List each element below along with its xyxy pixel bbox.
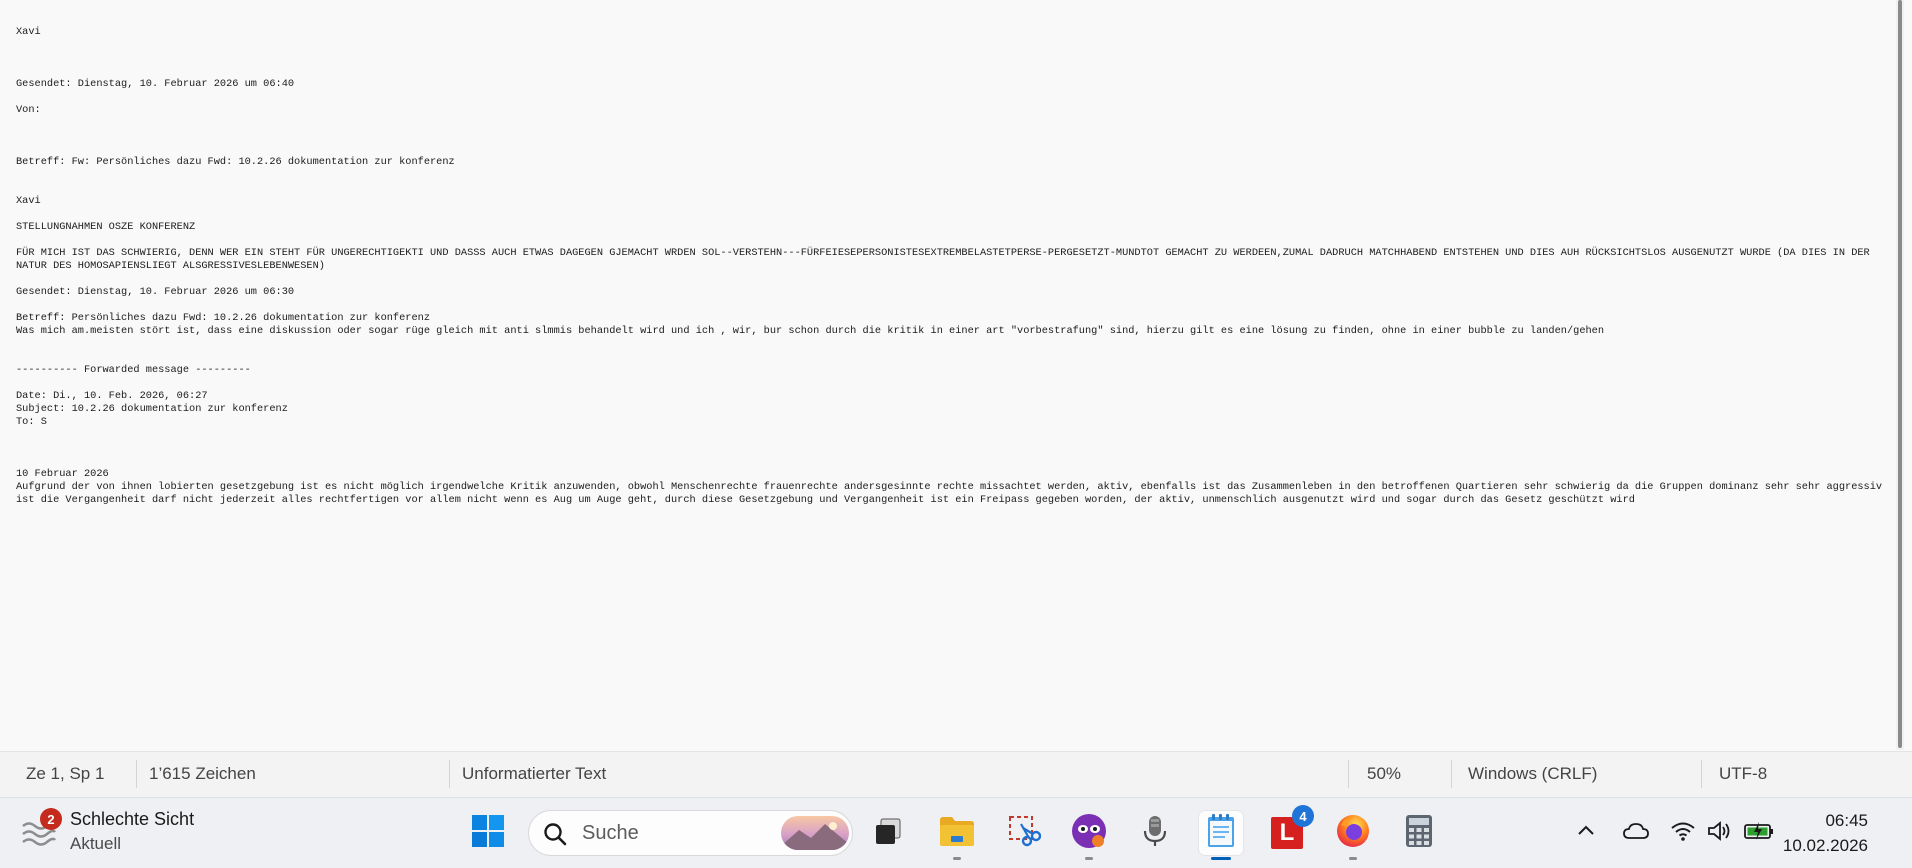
notepad-icon [1206,813,1236,854]
status-divider [1451,760,1452,788]
running-indicator [1085,857,1093,860]
active-indicator [1211,857,1231,860]
running-indicator [953,857,961,860]
vertical-scrollbar[interactable] [1896,0,1904,750]
editor-area[interactable]: Xavi Gesendet: Dienstag, 10. Februar 202… [0,0,1904,750]
status-divider [136,760,137,788]
taskbar-snipping-tool[interactable] [1002,811,1046,855]
start-button[interactable] [466,811,510,855]
status-divider [1348,760,1349,788]
battery-button[interactable] [1744,821,1774,845]
line-ending[interactable]: Windows (CRLF) [1468,764,1597,784]
weather-widget[interactable]: 2 Schlechte Sicht Aktuell [0,798,220,868]
taskbar-l-app[interactable]: L 4 [1265,805,1314,855]
status-bar: Ze 1, Sp 1 1’615 Zeichen Unformatierter … [0,751,1912,797]
search-icon [543,822,567,851]
cursor-position: Ze 1, Sp 1 [26,764,105,783]
taskbar-notepad[interactable] [1199,811,1243,860]
speaker-icon [1707,820,1733,847]
status-divider [449,760,450,788]
scrollbar-thumb[interactable] [1898,0,1902,748]
editor-text[interactable]: Xavi Gesendet: Dienstag, 10. Februar 202… [16,26,1888,507]
folder-icon [939,815,975,852]
l-app-badge: 4 [1292,805,1314,827]
clock-time: 06:45 [1825,811,1868,830]
character-count: 1’615 Zeichen [149,764,256,783]
taskbar-masked-app[interactable] [1067,811,1111,860]
firefox-icon [1335,813,1371,854]
scissors-icon [1007,814,1042,853]
chevron-up-icon [1576,821,1596,846]
status-divider [1701,760,1702,788]
taskbar-file-explorer[interactable] [935,811,979,860]
search-highlight-image-icon [781,816,849,850]
search-input[interactable]: Suche [528,810,853,856]
weather-title: Schlechte Sicht [70,809,195,829]
calculator-icon [1405,814,1433,853]
taskbar: 2 Schlechte Sicht Aktuell Suche L 4 06:4… [0,797,1912,868]
mask-icon [1071,813,1107,854]
wifi-icon [1670,820,1696,847]
taskbar-firefox[interactable] [1331,811,1375,860]
task-view-button[interactable] [866,811,910,855]
zoom-level[interactable]: 50% [1367,764,1401,784]
taskbar-microphone-app[interactable] [1133,811,1177,855]
taskbar-calculator[interactable] [1397,811,1441,855]
battery-charging-icon [1744,821,1774,846]
network-button[interactable] [1670,821,1696,845]
search-placeholder: Suche [582,822,639,844]
weather-subtitle: Aktuell [70,834,122,853]
cloud-icon [1622,821,1650,846]
task-view-icon [873,816,903,851]
microphone-icon [1140,814,1170,853]
volume-button[interactable] [1707,820,1733,847]
text-format[interactable]: Unformatierter Text [462,764,606,784]
onedrive-button[interactable] [1622,821,1650,845]
clock-date: 10.02.2026 [1782,836,1868,855]
windows-logo-icon [471,814,505,853]
weather-badge: 2 [40,808,62,830]
running-indicator [1349,857,1357,860]
show-hidden-icons-button[interactable] [1576,821,1596,845]
encoding[interactable]: UTF-8 [1719,764,1767,784]
